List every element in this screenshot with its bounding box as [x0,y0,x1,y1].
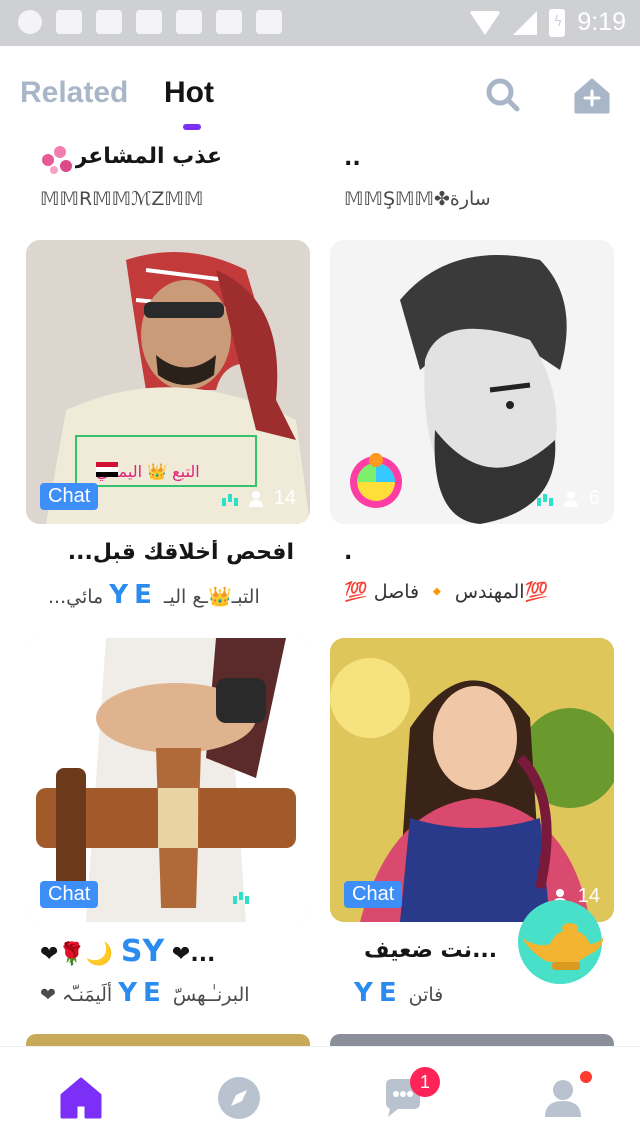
room-title: افحص أخلاقك قبل... [67,540,294,565]
room-cover-image: Chat 14 [330,638,614,922]
active-tab-indicator [183,124,201,130]
yemen-flag-icon [96,462,118,477]
home-icon[interactable] [58,1075,104,1121]
chat-badge: Chat [344,881,403,908]
room-card[interactable]: Chat 8 ❤🌹🌙 SY ❤... ❤ ألَيمَنـّہ YE البرن… [26,638,310,1018]
room-card-top-left[interactable]: عذب المشاعر 𝕄𝕄R𝕄𝕄ℳZ𝕄𝕄 [26,140,310,220]
bottom-navigation: 1 [0,1046,640,1146]
battery-icon [549,8,566,37]
portrait-illustration [26,240,310,524]
ye-tag: YE [354,978,403,1008]
room-stats: 6 [536,487,600,510]
portrait-illustration [26,638,310,922]
bank-icon [216,10,242,34]
tab-related[interactable]: Related [20,76,128,110]
room-owner: 💯المهندس 🔸 فاصل 💯 [344,581,549,603]
ye-tag: YE [118,978,167,1008]
messages-badge: 1 [410,1067,440,1097]
signal-icon [513,10,538,35]
user-icon [259,888,275,905]
room-title: ...نت ضعيف [364,938,498,963]
room-title: . [344,540,353,565]
next-row-preview [330,1034,614,1046]
user-count: 6 [588,487,600,509]
profile-notification-dot [580,1071,592,1083]
notification-icon [56,10,82,34]
top-bar: Related Hot [0,46,640,136]
equalizer-icon [232,890,249,904]
document-icon [176,10,202,34]
tab-hot[interactable]: Hot [164,76,214,110]
room-cover-image: 6 [330,240,614,524]
magic-lamp-icon[interactable] [508,896,608,986]
room-stats: 8 [232,885,296,908]
next-row-preview [26,1034,310,1046]
chat-badge: Chat [40,483,99,510]
status-bar: 9:19 [0,0,640,46]
heart-flowers-icon [42,146,72,174]
profile-icon[interactable] [540,1075,586,1121]
room-owner: ❤ ألَيمَنـّہ YE البرنـٰـهسّ [40,978,250,1008]
status-time: 9:19 [577,8,626,36]
user-count: 8 [284,885,296,907]
room-card[interactable]: التبع 👑 اليماني Chat 14 افحص أخلاقك قبل.… [26,240,310,620]
room-cover-image: التبع 👑 اليماني Chat 14 [26,240,310,524]
room-title: .. [344,146,361,171]
room-owner: 𝕄𝕄Ş𝕄𝕄✤سارة [344,188,491,210]
status-bar-notifications [18,10,282,34]
crown-icon [136,10,162,34]
graduation-cap-icon [96,10,122,34]
chat-badge: Chat [40,881,99,908]
room-card[interactable]: 6 . 💯المهندس 🔸 فاصل 💯 [330,240,614,620]
equalizer-icon [536,492,553,506]
search-icon[interactable] [486,78,520,112]
wifi-icon [469,10,502,35]
portrait-illustration [330,638,614,922]
ye-tag: YE [109,580,158,610]
settings-icon [18,10,42,34]
room-title: ❤🌹🌙 SY ❤... [40,934,216,969]
sy-tag: SY [120,934,165,969]
spin-wheel-icon[interactable] [346,450,406,510]
user-count: 14 [273,487,296,509]
room-owner: ...مائي YE التبـ👑ـع اليـ [48,580,260,610]
room-stats: 14 [221,487,296,510]
room-cover-image: Chat 8 [26,638,310,922]
square-icon [256,10,282,34]
user-icon [563,490,579,507]
add-room-icon[interactable] [572,76,612,116]
user-icon [248,490,264,507]
room-card-top-right[interactable]: .. 𝕄𝕄Ş𝕄𝕄✤سارة [330,140,614,220]
explore-icon[interactable] [216,1075,262,1121]
equalizer-icon [221,492,238,506]
room-owner: 𝕄𝕄R𝕄𝕄ℳZ𝕄𝕄 [40,188,204,210]
room-owner: YE فاتن [354,978,444,1008]
room-title: عذب المشاعر [74,144,222,169]
